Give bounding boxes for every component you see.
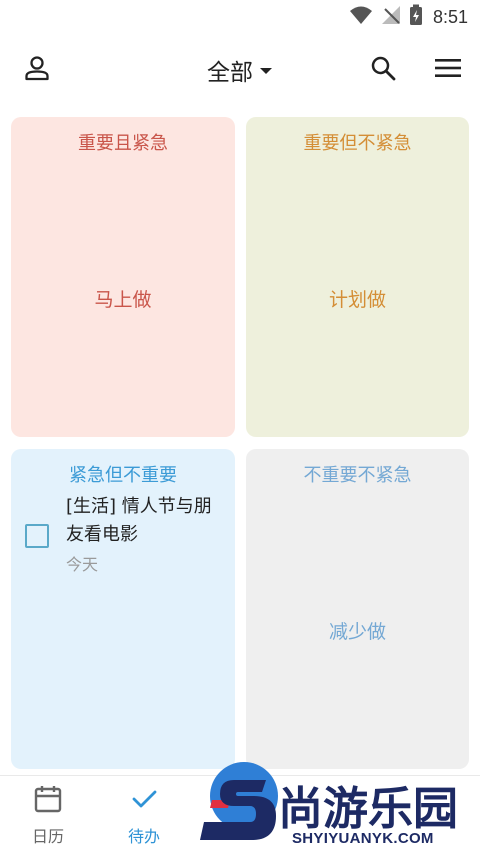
status-icons: 8:51 bbox=[349, 4, 468, 30]
quadrant-hint: 马上做 bbox=[94, 289, 152, 311]
menu-button[interactable] bbox=[426, 48, 470, 92]
quadrant-title: 重要但不紧急 bbox=[303, 133, 412, 154]
status-bar: 8:51 bbox=[0, 0, 480, 34]
quadrant-title: 不重要不紧急 bbox=[303, 465, 412, 486]
profile-button[interactable] bbox=[15, 48, 59, 92]
watermark: 尚游乐园 SHYIYUANYK.COM bbox=[200, 762, 480, 853]
quadrant-hint: 减少做 bbox=[328, 621, 386, 643]
quadrant-title: 重要且紧急 bbox=[78, 133, 168, 154]
task-item[interactable]: [生活] 情人节与朋友看电影 今天 bbox=[11, 491, 235, 581]
nav-label: 待办 bbox=[127, 827, 160, 846]
quadrant-title: 紧急但不重要 bbox=[69, 465, 177, 486]
toolbar: 全部 bbox=[0, 40, 480, 100]
quadrant-hint: 计划做 bbox=[328, 289, 386, 311]
menu-icon bbox=[435, 58, 461, 82]
quadrant-not-important-not-urgent[interactable]: 不重要不紧急 减少做 bbox=[246, 449, 469, 769]
watermark-logo-icon bbox=[200, 762, 280, 853]
search-icon bbox=[370, 55, 396, 85]
check-icon bbox=[129, 784, 159, 818]
status-time: 8:51 bbox=[432, 6, 468, 27]
wifi-icon bbox=[349, 5, 373, 29]
watermark-domain: SHYIYUANYK.COM bbox=[292, 830, 434, 847]
watermark-brand: 尚游乐园 bbox=[278, 782, 459, 835]
no-signal-icon bbox=[381, 5, 401, 29]
search-button[interactable] bbox=[361, 48, 405, 92]
caret-down-icon bbox=[259, 61, 273, 80]
filter-dropdown[interactable]: 全部 bbox=[170, 50, 310, 90]
task-date: 今天 bbox=[66, 555, 99, 574]
task-title[interactable]: [生活] 情人节与朋友看电影 bbox=[66, 493, 226, 549]
task-checkbox[interactable] bbox=[25, 524, 49, 548]
nav-calendar[interactable]: 日历 bbox=[3, 784, 93, 846]
nav-label: 日历 bbox=[31, 827, 64, 846]
calendar-icon bbox=[33, 784, 63, 818]
nav-todo[interactable]: 待办 bbox=[99, 784, 189, 846]
quadrant-urgent-not-important[interactable]: 紧急但不重要 [生活] 情人节与朋友看电影 今天 bbox=[11, 449, 235, 769]
filter-label: 全部 bbox=[207, 60, 253, 86]
quadrant-important-not-urgent[interactable]: 重要但不紧急 计划做 bbox=[246, 117, 469, 437]
user-icon bbox=[24, 55, 50, 85]
battery-charging-icon bbox=[409, 4, 423, 30]
quadrant-important-urgent[interactable]: 重要且紧急 马上做 bbox=[11, 117, 235, 437]
